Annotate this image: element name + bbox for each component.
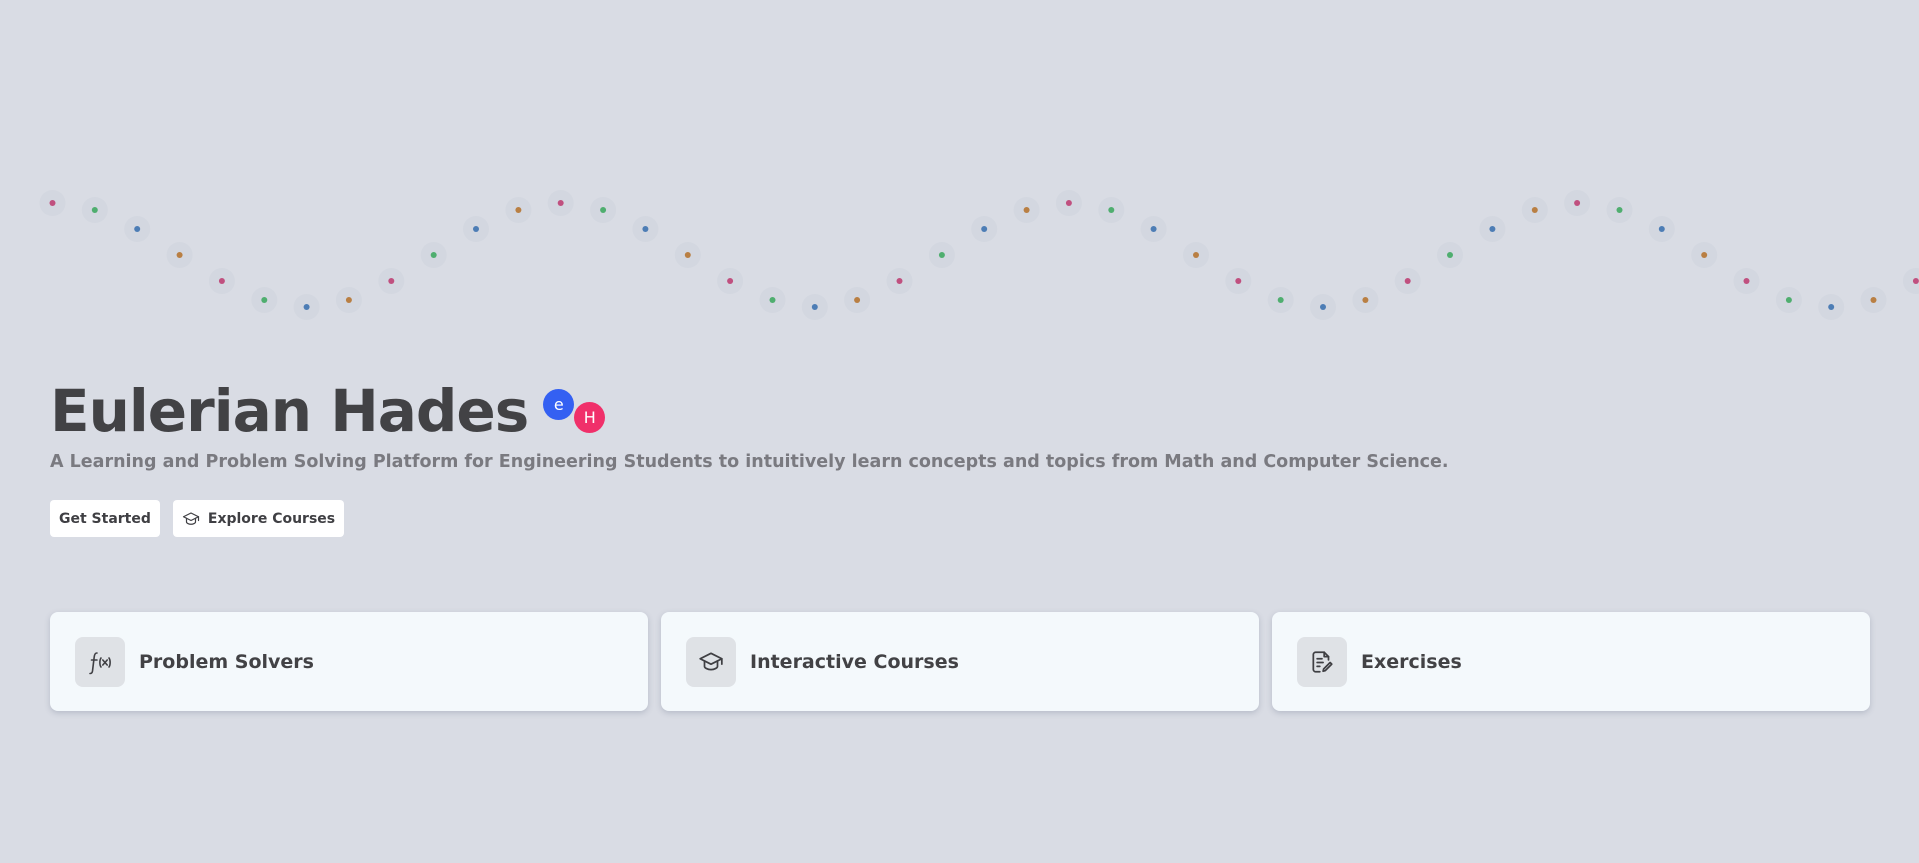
wave-dot bbox=[430, 252, 437, 258]
wave-dot bbox=[1108, 207, 1115, 213]
wave-dot bbox=[727, 278, 734, 284]
wave-dot bbox=[49, 200, 56, 206]
wave-dot bbox=[811, 304, 818, 310]
wave-dot bbox=[1658, 226, 1665, 232]
wave-dot bbox=[1065, 200, 1072, 206]
wave-dot bbox=[896, 278, 903, 284]
wave-dot bbox=[1023, 207, 1030, 213]
hero-section: Eulerian Hades e H bbox=[50, 370, 610, 452]
card-label: Problem Solvers bbox=[139, 650, 314, 673]
wave-dot bbox=[1320, 304, 1326, 310]
graduation-cap-icon bbox=[686, 636, 736, 687]
wave-dot bbox=[1489, 226, 1496, 232]
wave-dot bbox=[938, 252, 945, 258]
wave-dot bbox=[642, 226, 649, 232]
document-edit-icon bbox=[1297, 636, 1347, 687]
logo-badges: e H bbox=[540, 370, 610, 440]
card-problem-solvers[interactable]: Problem Solvers bbox=[50, 612, 648, 711]
wave-dot bbox=[1150, 226, 1157, 232]
wave-dot bbox=[218, 278, 225, 284]
wave-dot bbox=[1912, 278, 1919, 284]
wave-dot bbox=[1785, 297, 1792, 303]
wave-dot bbox=[1701, 252, 1708, 258]
wave-dot bbox=[91, 207, 98, 213]
wave-dot bbox=[1235, 278, 1242, 284]
wave-dot bbox=[1828, 304, 1835, 310]
card-label: Interactive Courses bbox=[750, 650, 959, 673]
card-exercises[interactable]: Exercises bbox=[1272, 612, 1870, 711]
wave-dot bbox=[515, 207, 522, 213]
wave-dot bbox=[1362, 297, 1369, 303]
wave-dot bbox=[1404, 278, 1411, 284]
wave-dot bbox=[345, 297, 352, 303]
hero-actions: Get Started Explore Courses bbox=[50, 500, 345, 537]
hero-subtitle: A Learning and Problem Solving Platform … bbox=[50, 452, 1449, 472]
wave-dot bbox=[134, 226, 141, 232]
feature-cards: Problem Solvers Interactive Courses Exer… bbox=[50, 612, 1870, 711]
badge-e: e bbox=[543, 389, 575, 420]
card-label: Exercises bbox=[1361, 650, 1462, 673]
wave-dot bbox=[388, 278, 395, 284]
wave-dot bbox=[684, 252, 691, 258]
wave-dot bbox=[981, 226, 988, 232]
explore-courses-button[interactable]: Explore Courses bbox=[172, 500, 345, 537]
decorative-wave-dots bbox=[39, 190, 1919, 320]
wave-dot bbox=[557, 200, 564, 206]
wave-dot bbox=[1531, 207, 1538, 213]
get-started-button[interactable]: Get Started bbox=[50, 500, 160, 537]
wave-dot bbox=[1574, 200, 1581, 206]
wave-dot bbox=[1616, 207, 1623, 213]
wave-dot bbox=[473, 226, 479, 232]
wave-dot bbox=[176, 252, 183, 258]
function-icon bbox=[75, 636, 125, 687]
wave-dot bbox=[1277, 297, 1284, 303]
card-interactive-courses[interactable]: Interactive Courses bbox=[661, 612, 1259, 711]
wave-dot bbox=[1870, 297, 1877, 303]
wave-dot bbox=[600, 207, 607, 213]
graduation-cap-icon bbox=[182, 510, 200, 528]
wave-dot bbox=[1743, 278, 1750, 284]
wave-dot bbox=[303, 304, 310, 310]
wave-dot bbox=[1447, 252, 1453, 258]
wave-dot bbox=[1193, 252, 1199, 258]
get-started-label: Get Started bbox=[59, 510, 151, 527]
badge-h: H bbox=[574, 402, 606, 433]
wave-dot bbox=[261, 297, 268, 303]
page-title: Eulerian Hades bbox=[50, 377, 529, 445]
wave-dot bbox=[854, 297, 861, 303]
wave-dot bbox=[769, 297, 776, 303]
explore-courses-label: Explore Courses bbox=[207, 510, 336, 527]
